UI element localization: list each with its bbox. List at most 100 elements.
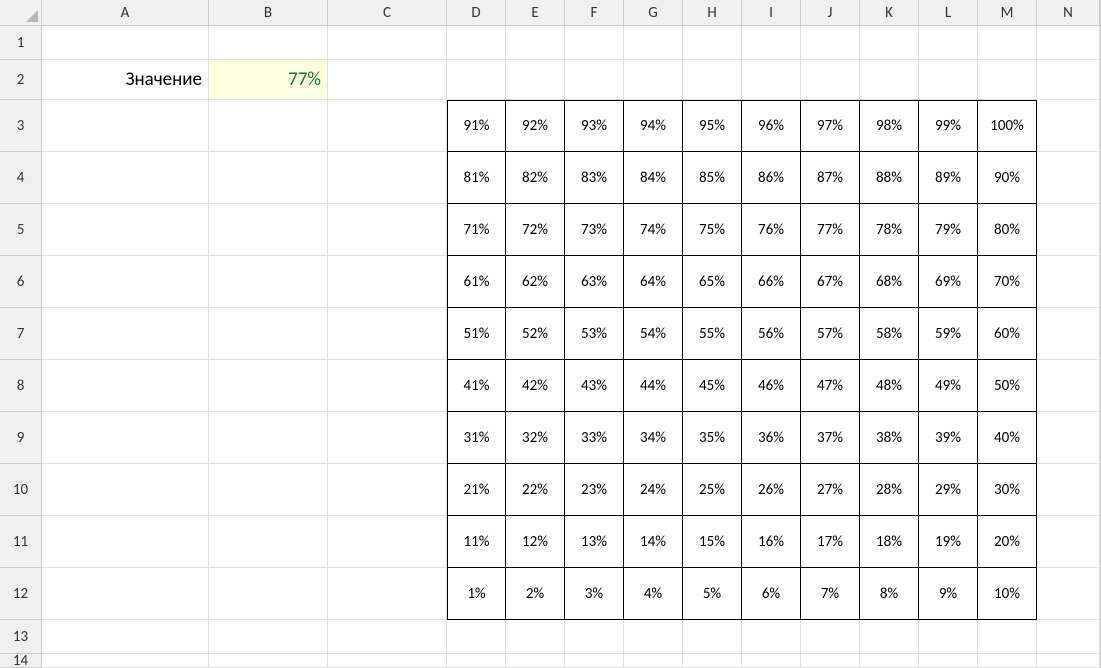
cell-B11[interactable] [209, 516, 328, 568]
cell-D14[interactable] [447, 654, 506, 668]
row-header-2[interactable]: 2 [0, 60, 42, 100]
cell-H8[interactable]: 45% [683, 360, 742, 412]
cell-D1[interactable] [447, 26, 506, 60]
cell-I3[interactable]: 96% [742, 100, 801, 152]
cell-C6[interactable] [328, 256, 447, 308]
row-header-11[interactable]: 11 [0, 516, 42, 568]
cell-A6[interactable] [42, 256, 209, 308]
cell-C4[interactable] [328, 152, 447, 204]
cell-H4[interactable]: 85% [683, 152, 742, 204]
cell-G4[interactable]: 84% [624, 152, 683, 204]
cell-K14[interactable] [860, 654, 919, 668]
cell-A4[interactable] [42, 152, 209, 204]
cell-D3[interactable]: 91% [447, 100, 506, 152]
cell-H10[interactable]: 25% [683, 464, 742, 516]
row-header-3[interactable]: 3 [0, 100, 42, 152]
column-header-B[interactable]: B [209, 0, 328, 26]
cell-B12[interactable] [209, 568, 328, 620]
cell-I7[interactable]: 56% [742, 308, 801, 360]
cell-M9[interactable]: 40% [978, 412, 1037, 464]
cell-K8[interactable]: 48% [860, 360, 919, 412]
cell-B1[interactable] [209, 26, 328, 60]
cell-L12[interactable]: 9% [919, 568, 978, 620]
cell-G5[interactable]: 74% [624, 204, 683, 256]
select-all-corner[interactable] [0, 0, 42, 26]
cell-H9[interactable]: 35% [683, 412, 742, 464]
cell-K11[interactable]: 18% [860, 516, 919, 568]
cell-N12[interactable] [1037, 568, 1100, 620]
cell-M14[interactable] [978, 654, 1037, 668]
cell-L4[interactable]: 89% [919, 152, 978, 204]
cell-G10[interactable]: 24% [624, 464, 683, 516]
cell-M1[interactable] [978, 26, 1037, 60]
row-header-4[interactable]: 4 [0, 152, 42, 204]
cell-M8[interactable]: 50% [978, 360, 1037, 412]
cell-J12[interactable]: 7% [801, 568, 860, 620]
cell-H13[interactable] [683, 620, 742, 654]
cell-C13[interactable] [328, 620, 447, 654]
cell-N2[interactable] [1037, 60, 1100, 100]
row-header-1[interactable]: 1 [0, 26, 42, 60]
cell-L3[interactable]: 99% [919, 100, 978, 152]
cell-L9[interactable]: 39% [919, 412, 978, 464]
cell-M10[interactable]: 30% [978, 464, 1037, 516]
cell-J5[interactable]: 77% [801, 204, 860, 256]
cell-H11[interactable]: 15% [683, 516, 742, 568]
row-header-7[interactable]: 7 [0, 308, 42, 360]
cell-H14[interactable] [683, 654, 742, 668]
cell-D6[interactable]: 61% [447, 256, 506, 308]
cell-I11[interactable]: 16% [742, 516, 801, 568]
cell-M2[interactable] [978, 60, 1037, 100]
cell-A11[interactable] [42, 516, 209, 568]
cell-A14[interactable] [42, 654, 209, 668]
cell-G12[interactable]: 4% [624, 568, 683, 620]
cell-B4[interactable] [209, 152, 328, 204]
cell-D9[interactable]: 31% [447, 412, 506, 464]
cell-L13[interactable] [919, 620, 978, 654]
cell-B10[interactable] [209, 464, 328, 516]
row-header-5[interactable]: 5 [0, 204, 42, 256]
cell-K3[interactable]: 98% [860, 100, 919, 152]
cell-F12[interactable]: 3% [565, 568, 624, 620]
cell-F11[interactable]: 13% [565, 516, 624, 568]
cell-B9[interactable] [209, 412, 328, 464]
cell-C10[interactable] [328, 464, 447, 516]
cell-D4[interactable]: 81% [447, 152, 506, 204]
cell-F3[interactable]: 93% [565, 100, 624, 152]
column-header-D[interactable]: D [447, 0, 506, 26]
cell-C14[interactable] [328, 654, 447, 668]
cell-E3[interactable]: 92% [506, 100, 565, 152]
cell-H2[interactable] [683, 60, 742, 100]
cell-G2[interactable] [624, 60, 683, 100]
cell-M13[interactable] [978, 620, 1037, 654]
cell-H1[interactable] [683, 26, 742, 60]
cell-H7[interactable]: 55% [683, 308, 742, 360]
cell-B13[interactable] [209, 620, 328, 654]
row-header-10[interactable]: 10 [0, 464, 42, 516]
cell-I9[interactable]: 36% [742, 412, 801, 464]
cell-G3[interactable]: 94% [624, 100, 683, 152]
cell-F9[interactable]: 33% [565, 412, 624, 464]
cell-N13[interactable] [1037, 620, 1100, 654]
row-header-12[interactable]: 12 [0, 568, 42, 620]
cell-B7[interactable] [209, 308, 328, 360]
cell-J11[interactable]: 17% [801, 516, 860, 568]
cell-G9[interactable]: 34% [624, 412, 683, 464]
cell-L10[interactable]: 29% [919, 464, 978, 516]
cell-G14[interactable] [624, 654, 683, 668]
cell-E4[interactable]: 82% [506, 152, 565, 204]
cell-I2[interactable] [742, 60, 801, 100]
column-header-I[interactable]: I [742, 0, 801, 26]
cell-N1[interactable] [1037, 26, 1100, 60]
cell-J3[interactable]: 97% [801, 100, 860, 152]
column-header-K[interactable]: K [860, 0, 919, 26]
cell-I6[interactable]: 66% [742, 256, 801, 308]
cell-B8[interactable] [209, 360, 328, 412]
cell-F1[interactable] [565, 26, 624, 60]
column-header-J[interactable]: J [801, 0, 860, 26]
row-header-9[interactable]: 9 [0, 412, 42, 464]
cell-K10[interactable]: 28% [860, 464, 919, 516]
cell-J6[interactable]: 67% [801, 256, 860, 308]
column-header-N[interactable]: N [1037, 0, 1100, 26]
cell-E7[interactable]: 52% [506, 308, 565, 360]
